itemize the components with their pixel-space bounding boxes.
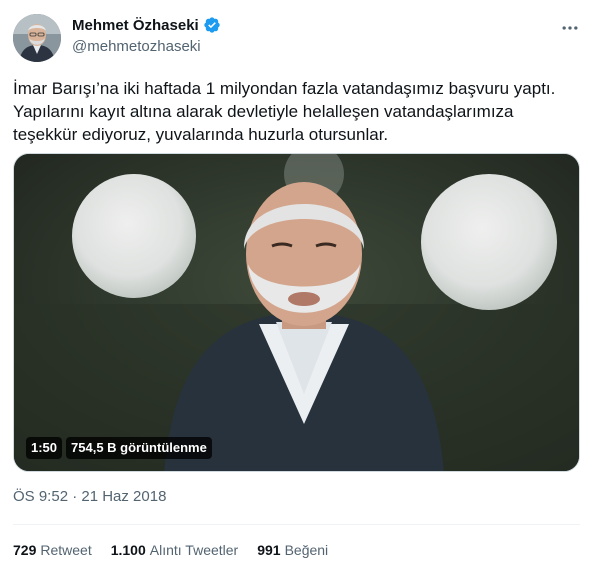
author-avatar[interactable] <box>13 14 61 62</box>
author-name-row: Mehmet Özhaseki <box>72 16 221 34</box>
tweet-card: Mehmet Özhaseki @mehmetozhaseki İmar Bar… <box>0 0 592 578</box>
video-badges: 1:50 754,5 B görüntülenme <box>26 437 212 459</box>
video-thumbnail <box>14 154 579 471</box>
stats-divider <box>13 524 580 525</box>
verified-badge-icon <box>203 16 221 34</box>
retweets-label: Retweet <box>40 542 92 558</box>
author-handle[interactable]: @mehmetozhaseki <box>72 38 201 55</box>
likes-label: Beğeni <box>284 542 329 558</box>
quotes-stat[interactable]: 1.100 Alıntı Tweetler <box>111 542 239 558</box>
profile-photo-icon <box>13 14 61 62</box>
retweets-count: 729 <box>13 542 37 558</box>
more-options-button[interactable] <box>556 14 584 42</box>
tweet-timestamp[interactable]: ÖS 9:52 · 21 Haz 2018 <box>13 488 166 505</box>
tweet-stats: 729 Retweet 1.100 Alıntı Tweetler 991 Be… <box>13 542 347 558</box>
likes-stat[interactable]: 991 Beğeni <box>257 542 328 558</box>
video-view-count: 754,5 B görüntülenme <box>66 437 212 459</box>
author-display-name[interactable]: Mehmet Özhaseki <box>72 17 199 34</box>
retweets-stat[interactable]: 729 Retweet <box>13 542 92 558</box>
tweet-text: İmar Barışı’na iki haftada 1 milyondan f… <box>13 79 556 144</box>
video-player[interactable]: 1:50 754,5 B görüntülenme <box>13 153 580 472</box>
quotes-count: 1.100 <box>110 542 146 558</box>
likes-count: 991 <box>257 542 281 558</box>
video-duration: 1:50 <box>26 437 63 459</box>
quotes-label: Alıntı Tweetler <box>149 542 239 558</box>
more-dots-icon <box>562 26 578 30</box>
